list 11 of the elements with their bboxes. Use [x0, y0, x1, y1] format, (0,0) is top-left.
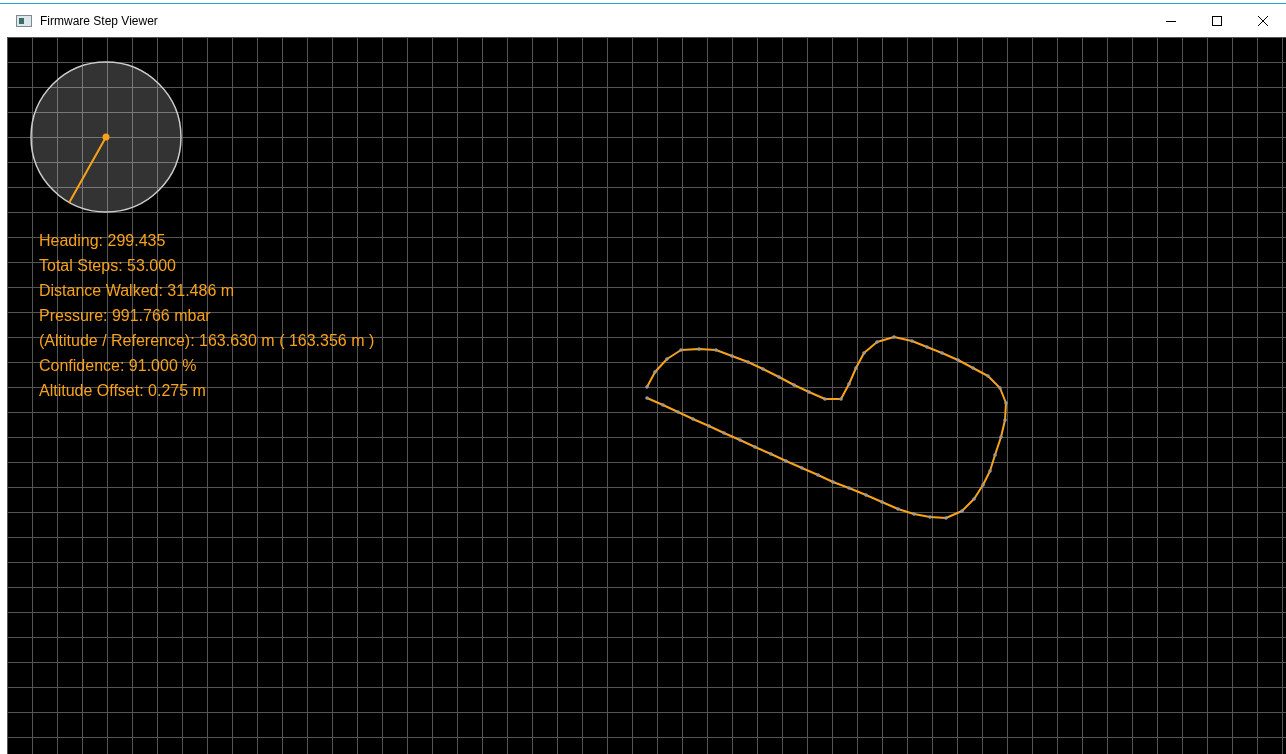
window-title: Firmware Step Viewer	[40, 13, 159, 28]
readout-text: Altitude Offset: 0.275 m	[39, 381, 206, 401]
readout-text: Pressure: 991.766 mbar	[39, 306, 211, 326]
readout-text: Confidence: 91.000 %	[39, 356, 197, 376]
app-icon	[16, 14, 32, 27]
readout-text: Total Steps: 53.000	[39, 256, 176, 276]
readout-text: Distance Walked: 31.486 m	[39, 281, 235, 301]
close-icon	[1258, 15, 1268, 26]
maximize-icon	[1212, 15, 1222, 26]
readout-text: Heading: 299.435	[39, 231, 166, 251]
readout-text: (Altitude / Reference): 163.630 m ( 163.356 m )	[39, 331, 375, 351]
